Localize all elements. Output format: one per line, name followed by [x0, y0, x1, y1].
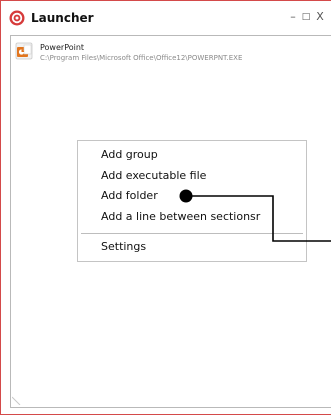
- window-title: Launcher: [31, 11, 94, 25]
- menu-item-add-executable-file[interactable]: Add executable file: [78, 165, 306, 187]
- list-item-powerpoint[interactable]: PowerPoint C:\Program Files\Microsoft Of…: [15, 42, 331, 70]
- menu-item-add-line-between-sections[interactable]: Add a line between sectionsr: [78, 206, 306, 228]
- launcher-target-icon: [9, 10, 25, 26]
- powerpoint-icon: [15, 42, 33, 60]
- minimize-button[interactable]: –: [287, 9, 299, 25]
- launcher-window: Launcher – □ X PowerPoint C:\Program Fil…: [0, 0, 331, 415]
- menu-item-add-folder[interactable]: Add folder: [78, 185, 306, 207]
- item-name: PowerPoint: [40, 43, 85, 52]
- close-button[interactable]: X: [314, 9, 326, 25]
- menu-separator: [81, 233, 303, 234]
- item-path: C:\Program Files\Microsoft Office\Office…: [40, 54, 243, 62]
- menu-item-settings[interactable]: Settings: [78, 236, 306, 258]
- resize-grip-icon[interactable]: [12, 396, 21, 405]
- maximize-button[interactable]: □: [300, 9, 312, 25]
- menu-item-add-group[interactable]: Add group: [78, 144, 306, 166]
- context-menu: Add group Add executable file Add folder…: [77, 140, 307, 262]
- title-bar[interactable]: Launcher – □ X: [1, 1, 331, 35]
